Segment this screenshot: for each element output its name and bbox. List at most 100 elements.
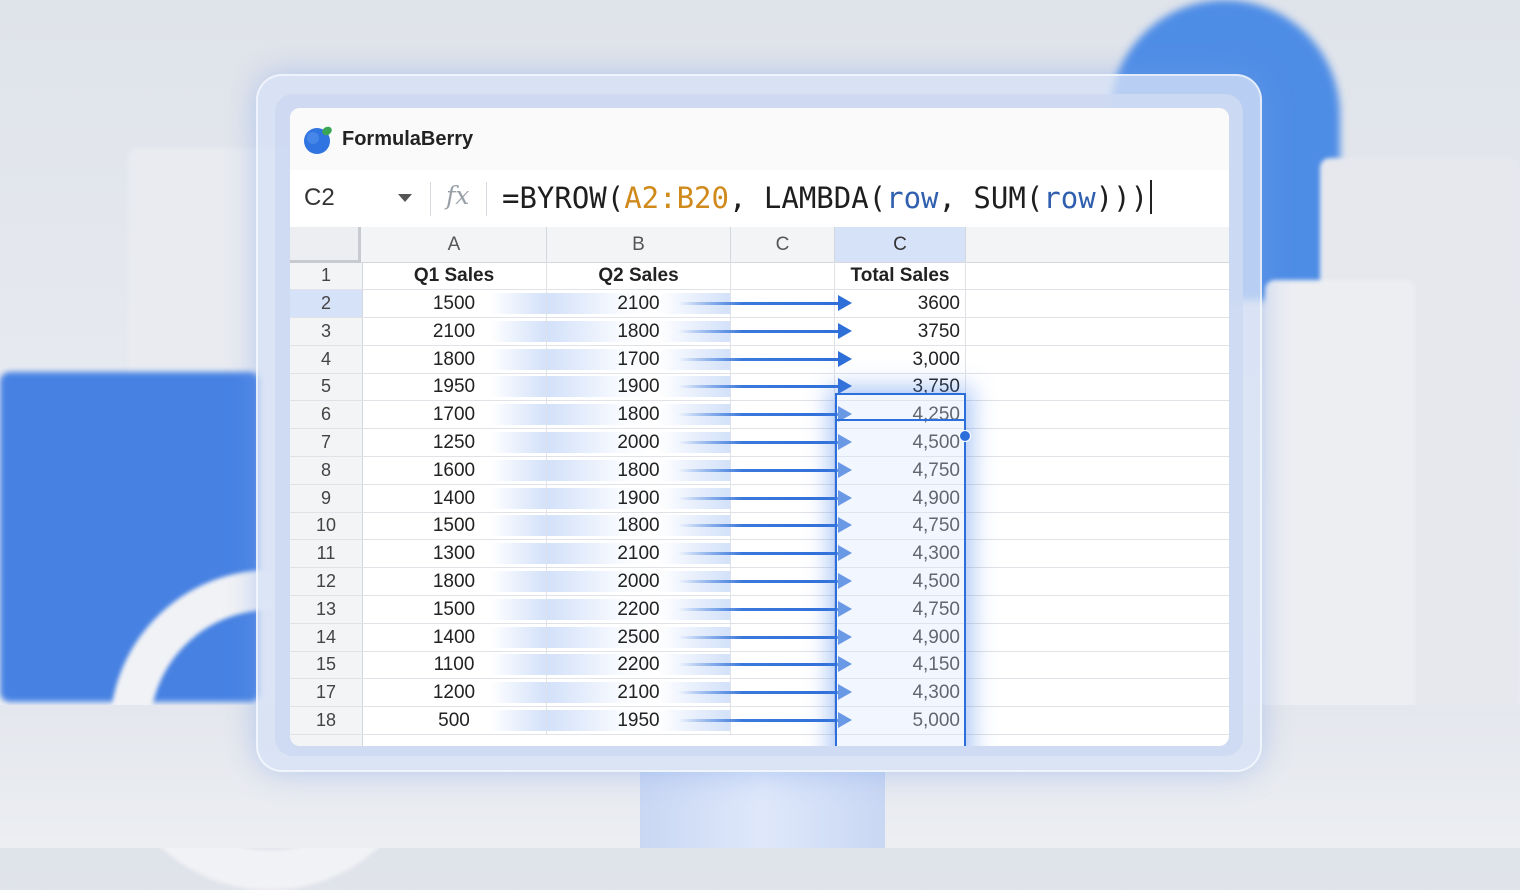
cell-total-sales[interactable]: 3,000: [835, 345, 966, 373]
formulaberry-logo-icon: [304, 126, 332, 154]
table-row: 6 1700 1800 4,250: [290, 401, 1229, 430]
cell-q1-sales[interactable]: 1300: [362, 540, 547, 568]
cell-q1-sales[interactable]: 1700: [362, 401, 547, 429]
cell-q1-sales[interactable]: 1950: [362, 373, 547, 401]
cell-q1-sales[interactable]: 1400: [362, 484, 547, 512]
name-box-dropdown-icon[interactable]: [398, 194, 412, 202]
cell-q1-sales[interactable]: 1800: [362, 345, 547, 373]
row-header[interactable]: 4: [290, 346, 362, 373]
flow-arrow: [678, 468, 838, 472]
flow-arrow: [678, 302, 838, 305]
flow-arrow: [678, 496, 838, 500]
table-row: 11 1300 2100 4,300: [290, 540, 1229, 569]
row-header[interactable]: 13: [290, 596, 362, 623]
table-row: 15 1100 2200 4,150: [290, 651, 1229, 680]
flow-arrow: [678, 357, 838, 361]
flow-arrow: [678, 719, 838, 722]
formula-bar: C2 fx =BYROW(A2:B20, LAMBDA(row, SUM(row…: [290, 170, 1229, 228]
background-panel-right-inner: [1265, 280, 1415, 720]
flow-arrow: [678, 580, 838, 583]
formula-token: =BYROW(: [502, 181, 625, 215]
cell-q1-sales[interactable]: 1250: [362, 429, 547, 456]
select-all-corner[interactable]: [290, 227, 361, 263]
column-header-b[interactable]: B: [547, 227, 731, 262]
row-header[interactable]: 11: [290, 540, 362, 567]
monitor-stand: [640, 772, 885, 848]
table-row: 5 1950 1900 3,750: [290, 373, 1229, 402]
cell-q1-sales[interactable]: 1600: [362, 456, 547, 484]
row-header[interactable]: 9: [290, 485, 362, 512]
table-row: 10 1500 1800 4,750: [290, 512, 1229, 541]
selection-range: [835, 393, 966, 746]
table-row: 12 1800 2000 4,500: [290, 568, 1229, 596]
header-cell-c[interactable]: [731, 262, 835, 289]
row-header[interactable]: 2: [290, 290, 362, 317]
text-cursor: [1150, 180, 1153, 214]
table-row: 9 1400 1900 4,900: [290, 484, 1229, 513]
spreadsheet-window: FormulaBerry C2 fx =BYROW(A2:B20, LAMBDA…: [290, 108, 1229, 746]
row-header[interactable]: 7: [290, 429, 362, 456]
header-cell-q2[interactable]: Q2 Sales: [547, 262, 731, 289]
table-row: 14 1400 2500 4,900: [290, 623, 1229, 652]
flow-arrow: [678, 524, 838, 528]
row-header[interactable]: 17: [290, 679, 362, 706]
cell-total-sales[interactable]: 3750: [835, 317, 966, 345]
row-header[interactable]: 10: [290, 512, 362, 539]
app-title: FormulaBerry: [342, 128, 474, 150]
row-header[interactable]: 15: [290, 651, 362, 678]
flow-arrow: [678, 663, 838, 667]
fx-icon: fx: [446, 181, 470, 210]
cell-q1-sales[interactable]: 1200: [362, 679, 547, 707]
cell-total-sales[interactable]: 3600: [835, 290, 966, 317]
formula-input[interactable]: =BYROW(A2:B20, LAMBDA(row, SUM(row))): [502, 180, 1153, 215]
row-header[interactable]: 12: [290, 568, 362, 595]
row-header[interactable]: 1: [290, 262, 362, 289]
flow-arrow: [678, 635, 838, 639]
table-row: 13 1500 2200 4,750: [290, 595, 1229, 624]
row-header[interactable]: 18: [290, 707, 362, 734]
cell-q1-sales[interactable]: 500: [362, 707, 547, 734]
formula-token: , SUM(: [938, 181, 1044, 215]
row-header[interactable]: 8: [290, 457, 362, 484]
header-cell-q1[interactable]: Q1 Sales: [362, 262, 547, 289]
header-cell-total[interactable]: Total Sales: [835, 262, 966, 289]
table-row: 8 1600 1800 4,750: [290, 456, 1229, 485]
column-headers: A B C C: [290, 227, 1229, 263]
flow-arrow: [678, 413, 838, 417]
column-header-c-selected[interactable]: C: [835, 227, 966, 262]
formula-bar-divider: [486, 182, 487, 216]
table-row: 17 1200 2100 4,300: [290, 679, 1229, 708]
cell-q1-sales[interactable]: 1500: [362, 512, 547, 540]
header-row: 1 Q1 Sales Q2 Sales Total Sales: [290, 262, 1229, 290]
row-header[interactable]: 5: [290, 373, 362, 400]
row-header[interactable]: 14: [290, 624, 362, 651]
formula-token: row: [886, 181, 939, 215]
cell-q1-sales[interactable]: 2100: [362, 317, 547, 345]
flow-arrow: [678, 329, 838, 333]
table-row: 3 2100 1800 3750: [290, 317, 1229, 346]
cell-q1-sales[interactable]: 1400: [362, 623, 547, 651]
formula-token: row: [1043, 181, 1096, 215]
flow-arrow: [678, 691, 838, 695]
cell-q1-sales[interactable]: 1800: [362, 568, 547, 595]
name-box[interactable]: C2: [304, 184, 335, 212]
column-header-a[interactable]: A: [362, 227, 547, 262]
flow-arrow: [678, 607, 838, 611]
flow-arrow: [678, 385, 838, 389]
formula-token: , LAMBDA(: [728, 181, 887, 215]
flow-arrow: [678, 441, 838, 444]
title-bar: FormulaBerry: [290, 108, 1229, 171]
row-header[interactable]: 3: [290, 318, 362, 345]
flow-arrow: [678, 552, 838, 556]
formula-bar-divider: [430, 182, 431, 216]
sheet-grid: A B C C 1 Q1 Sales Q2 Sales Total Sales …: [290, 227, 1229, 746]
table-row: 2 1500 2100 3600: [290, 290, 1229, 318]
table-row: 4 1800 1700 3,000: [290, 345, 1229, 374]
column-header-c[interactable]: C: [731, 227, 835, 262]
cell-q1-sales[interactable]: 1100: [362, 651, 547, 679]
active-cell-outline: [835, 393, 966, 421]
cell-q1-sales[interactable]: 1500: [362, 290, 547, 317]
row-header[interactable]: 6: [290, 401, 362, 428]
selection-handle[interactable]: [959, 430, 971, 442]
cell-q1-sales[interactable]: 1500: [362, 595, 547, 623]
